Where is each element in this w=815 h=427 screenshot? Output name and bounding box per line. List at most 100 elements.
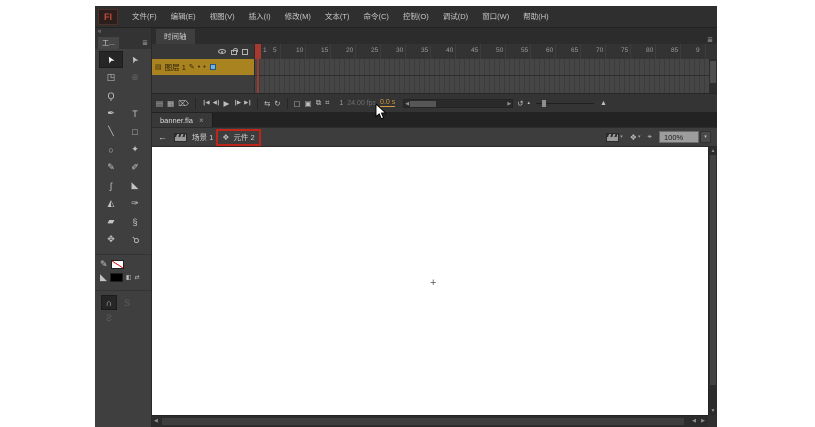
hand-tool[interactable]: ✥ xyxy=(99,231,123,248)
free-transform-tool[interactable]: ◳ xyxy=(99,69,123,86)
menu-insert[interactable]: 插入(I) xyxy=(243,8,277,25)
text-tool[interactable]: T xyxy=(123,105,147,122)
eyedropper-tool[interactable]: ✑ xyxy=(123,195,147,212)
timeline-vertical-scrollbar[interactable] xyxy=(709,59,717,93)
zoom-control[interactable]: 100% ▾ xyxy=(659,131,711,143)
menu-view[interactable]: 视图(V) xyxy=(204,8,241,25)
line-tool[interactable]: ╲ xyxy=(99,123,123,140)
back-button[interactable]: ← xyxy=(158,132,167,142)
timeline-vertical-scrollbar-thumb[interactable] xyxy=(710,61,716,83)
edit-multiple-frames-button[interactable]: ⧉ xyxy=(316,98,321,108)
scroll-up-icon[interactable]: ▲ xyxy=(709,148,717,154)
timeline-scrollbar-thumb[interactable] xyxy=(410,101,436,107)
onion-skin-button[interactable]: ▢ xyxy=(294,99,301,108)
document-tab[interactable]: banner.fla × xyxy=(152,113,213,127)
onion-skin-outlines-button[interactable]: ▣ xyxy=(305,99,312,108)
menu-help[interactable]: 帮助(H) xyxy=(517,8,554,25)
panel-menu-icon[interactable]: ≣ xyxy=(142,39,148,47)
step-back-button[interactable]: ◀❙ xyxy=(213,100,220,106)
scroll-left-icon[interactable]: ◀ xyxy=(154,418,158,424)
timeline-panel-menu-icon[interactable]: ≣ xyxy=(707,36,713,44)
vertical-scrollbar-thumb[interactable] xyxy=(710,155,716,385)
new-layer-button[interactable]: ▤ xyxy=(156,99,163,108)
scroll-left-icon[interactable]: ◀ xyxy=(405,100,409,108)
scroll-down-icon[interactable]: ▼ xyxy=(709,408,717,414)
tab-tools[interactable]: 工... xyxy=(98,37,119,49)
horizontal-scrollbar-thumb[interactable] xyxy=(162,418,684,425)
delete-layer-button[interactable]: ⌦ xyxy=(178,99,189,108)
outline-column-icon[interactable] xyxy=(242,49,248,55)
frames-area[interactable]: 1 5 10 15 20 25 30 35 40 45 50 55 60 65 xyxy=(255,44,717,93)
visibility-column-icon[interactable] xyxy=(218,49,226,54)
layer-lock-dot[interactable]: • xyxy=(203,64,205,71)
eraser-tool[interactable]: ▰ xyxy=(99,213,123,230)
lock-column-icon[interactable] xyxy=(231,50,237,55)
menu-edit[interactable]: 编辑(E) xyxy=(165,8,202,25)
collapse-panel-icon[interactable]: « xyxy=(95,28,151,36)
modify-markers-button[interactable]: ⌗ xyxy=(325,98,329,108)
tab-timeline[interactable]: 时间轴 xyxy=(156,29,195,44)
layer-row[interactable]: ▤ 图层 1 ✎ • • xyxy=(152,59,254,75)
layer-outline-color-swatch[interactable] xyxy=(210,64,216,70)
polystar-tool[interactable]: ✦ xyxy=(123,141,147,158)
scroll-right-icon[interactable]: ▶ xyxy=(701,418,705,424)
layer-name[interactable]: 图层 1 xyxy=(165,62,186,73)
center-frame-icon[interactable]: ⌖ xyxy=(647,132,652,142)
zoom-tool[interactable]: ⚲ xyxy=(123,231,147,248)
menu-modify[interactable]: 修改(M) xyxy=(279,8,317,25)
3d-rotation-tool[interactable]: ⊕ xyxy=(123,69,147,86)
menu-window[interactable]: 窗口(W) xyxy=(476,8,515,25)
menu-control[interactable]: 控制(O) xyxy=(397,8,435,25)
menu-commands[interactable]: 命令(C) xyxy=(358,8,395,25)
loop-button[interactable]: ⇆ xyxy=(264,99,270,108)
deco-tool[interactable]: § xyxy=(123,213,147,230)
menu-debug[interactable]: 调试(D) xyxy=(437,8,474,25)
timeline-horizontal-scrollbar[interactable]: ◀ ▶ xyxy=(403,99,513,108)
scroll-right-icon[interactable]: ▶ xyxy=(507,100,511,108)
menu-text[interactable]: 文本(T) xyxy=(319,8,356,25)
go-to-last-frame-button[interactable]: ▶❙ xyxy=(244,100,251,106)
pencil-tool[interactable]: ✎ xyxy=(99,159,123,176)
stage[interactable]: + xyxy=(152,147,708,415)
loop-range-button[interactable]: ↻ xyxy=(274,99,280,108)
zoom-value-field[interactable]: 100% xyxy=(659,131,699,143)
subselection-tool[interactable]: ➤ xyxy=(123,51,147,68)
go-to-first-frame-button[interactable]: ❙◀ xyxy=(202,100,209,106)
playhead[interactable] xyxy=(255,44,261,59)
timeline-zoom-in-icon[interactable]: ▲ xyxy=(600,100,607,107)
paint-bucket-tool[interactable]: ◣ xyxy=(123,177,147,194)
timeline-zoom-slider[interactable] xyxy=(536,103,594,104)
swap-colors-icon[interactable]: ⇄ xyxy=(135,274,140,281)
stroke-color-swatch[interactable] xyxy=(111,260,124,269)
frame-grid[interactable] xyxy=(255,59,717,93)
vertical-scrollbar[interactable]: ▲ ▼ xyxy=(708,147,717,415)
scroll-left-icon[interactable]: ◀ xyxy=(692,418,696,424)
edit-scene-button[interactable]: ▾ xyxy=(606,133,623,142)
step-forward-button[interactable]: ❙▶ xyxy=(233,100,240,106)
breadcrumb-scene[interactable]: 场景 1 xyxy=(192,132,213,143)
horizontal-scrollbar[interactable]: ◀ ◀ ▶ xyxy=(152,415,708,427)
oval-tool[interactable]: ○ xyxy=(99,141,123,158)
smooth-option[interactable]: S xyxy=(119,295,135,310)
frame-rate-indicator[interactable]: 24.00 fps xyxy=(347,100,376,107)
menu-file[interactable]: 文件(F) xyxy=(126,8,163,25)
play-button[interactable]: ▶ xyxy=(223,99,229,108)
reset-timeline-zoom-button[interactable]: ↺ xyxy=(517,99,523,108)
layer-visibility-dot[interactable]: • xyxy=(198,64,200,71)
pen-tool[interactable]: ✒ xyxy=(99,105,123,122)
new-folder-button[interactable]: ▦ xyxy=(167,99,174,108)
frame-ruler[interactable]: 1 5 10 15 20 25 30 35 40 45 50 55 60 65 xyxy=(255,44,717,59)
lasso-tool[interactable]: Ϙ xyxy=(99,87,123,104)
edit-symbol-button[interactable]: ❖ ▾ xyxy=(630,133,641,142)
ink-bottle-tool[interactable]: ◭ xyxy=(99,195,123,212)
straighten-option[interactable]: Ƨ xyxy=(101,310,117,325)
close-document-icon[interactable]: × xyxy=(199,116,204,125)
zoom-dropdown-icon[interactable]: ▾ xyxy=(700,131,711,143)
snap-to-objects-toggle[interactable]: ∩ xyxy=(101,295,117,310)
breadcrumb-symbol[interactable]: ❖ 元件 2 xyxy=(218,130,258,145)
timeline-zoom-out-icon[interactable]: ▴ xyxy=(528,100,531,106)
default-colors-icon[interactable]: ◧ xyxy=(126,274,132,281)
bone-tool[interactable]: ʃ xyxy=(99,177,123,194)
selection-tool[interactable]: ➤ xyxy=(99,51,123,68)
rectangle-tool[interactable]: □ xyxy=(123,123,147,140)
